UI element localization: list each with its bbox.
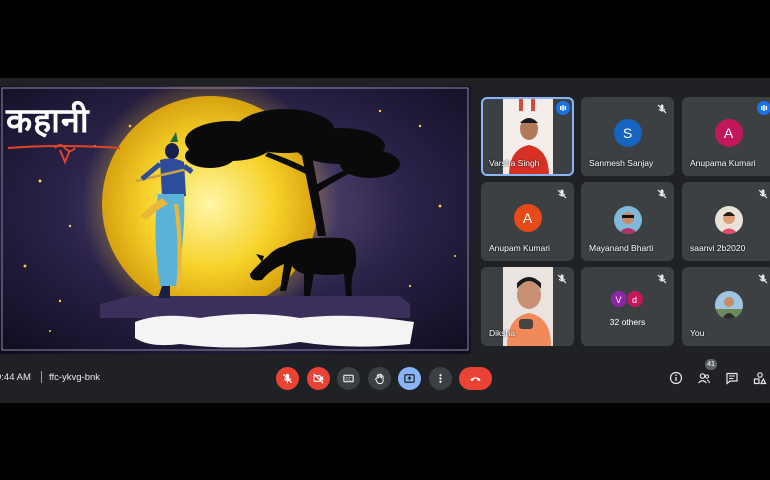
presentation-title: कहानी bbox=[6, 101, 90, 141]
mic-off-icon bbox=[557, 189, 567, 199]
participant-name: Sanmesh Sanjay bbox=[589, 158, 654, 168]
people-icon[interactable] bbox=[697, 371, 711, 385]
avatar: A bbox=[714, 119, 743, 147]
meeting-details-info-icon[interactable] bbox=[669, 371, 683, 385]
presentation-screen: कहानी bbox=[0, 86, 471, 354]
present-now-button[interactable] bbox=[398, 367, 421, 390]
participant-tile-anupama-kumari[interactable]: A Anupama Kumari bbox=[682, 97, 770, 176]
avatar: d bbox=[625, 290, 644, 308]
participant-tile-others[interactable]: V d 32 others bbox=[581, 267, 674, 346]
svg-text:CC: CC bbox=[346, 376, 352, 381]
profile-photo bbox=[714, 206, 743, 234]
mic-off-icon bbox=[557, 274, 567, 284]
mic-toggle-button[interactable] bbox=[276, 367, 299, 390]
others-avatar-stack: V d bbox=[609, 290, 650, 310]
captions-button[interactable]: CC bbox=[337, 367, 360, 390]
meeting-clock: 9:44 AM bbox=[0, 372, 31, 383]
chat-icon[interactable] bbox=[725, 371, 739, 385]
meet-window: कहानी Varsha Singh S Sanmesh Sanjay A An… bbox=[0, 78, 770, 403]
closed-captions-icon: CC bbox=[343, 374, 354, 383]
participant-tile-mayanand-bharti[interactable]: Mayanand Bharti bbox=[581, 182, 674, 261]
profile-photo bbox=[613, 206, 642, 234]
mic-off-icon bbox=[657, 189, 667, 199]
camera-toggle-button[interactable] bbox=[307, 367, 330, 390]
mic-off-icon bbox=[657, 104, 667, 114]
participant-name: saanvi 2b2020 bbox=[690, 243, 746, 253]
camera-off-icon bbox=[313, 373, 324, 384]
participant-tile-varsha-singh[interactable]: Varsha Singh bbox=[481, 97, 574, 176]
call-end-icon bbox=[470, 377, 481, 382]
participant-name: Diksha bbox=[489, 328, 515, 338]
avatar: A bbox=[513, 204, 542, 232]
participant-name: You bbox=[690, 328, 705, 338]
more-options-button[interactable] bbox=[429, 367, 452, 390]
participant-tile-sanmesh-sanjay[interactable]: S Sanmesh Sanjay bbox=[581, 97, 674, 176]
participant-tile-you[interactable]: You bbox=[682, 267, 770, 346]
mic-off-icon bbox=[657, 274, 667, 284]
mic-off-icon bbox=[758, 189, 768, 199]
mic-off-icon bbox=[282, 373, 293, 384]
present-screen-icon bbox=[404, 374, 415, 383]
participant-name: Varsha Singh bbox=[489, 158, 540, 168]
more-vert-icon bbox=[439, 374, 442, 383]
activities-icon[interactable] bbox=[753, 371, 767, 385]
people-count-badge: 41 bbox=[705, 359, 717, 370]
mic-off-icon bbox=[758, 274, 768, 284]
meeting-code: ffc-ykvg-bnk bbox=[49, 372, 101, 383]
letterbox-top bbox=[0, 0, 770, 78]
others-count-label: 32 others bbox=[609, 317, 646, 327]
speaking-indicator-icon bbox=[757, 101, 770, 115]
participant-name: Anupama Kumari bbox=[690, 158, 756, 168]
avatar: S bbox=[613, 119, 642, 147]
letterbox-bottom bbox=[0, 403, 770, 480]
leave-call-button[interactable] bbox=[459, 367, 492, 390]
hand-icon bbox=[375, 373, 384, 385]
participant-name: Mayanand Bharti bbox=[589, 243, 654, 253]
profile-photo bbox=[714, 291, 743, 319]
raise-hand-button[interactable] bbox=[368, 367, 391, 390]
control-bar: 9:44 AM ffc-ykvg-bnk CC 41 bbox=[0, 359, 770, 393]
participant-tile-saanvi[interactable]: saanvi 2b2020 bbox=[682, 182, 770, 261]
participant-tile-anupam-kumari[interactable]: A Anupam Kumari bbox=[481, 182, 574, 261]
avatar: V bbox=[609, 290, 628, 308]
participant-tile-diksha[interactable]: Diksha bbox=[481, 267, 574, 346]
divider bbox=[41, 371, 42, 383]
speaking-indicator-icon bbox=[556, 101, 570, 115]
participant-name: Anupam Kumari bbox=[489, 243, 550, 253]
